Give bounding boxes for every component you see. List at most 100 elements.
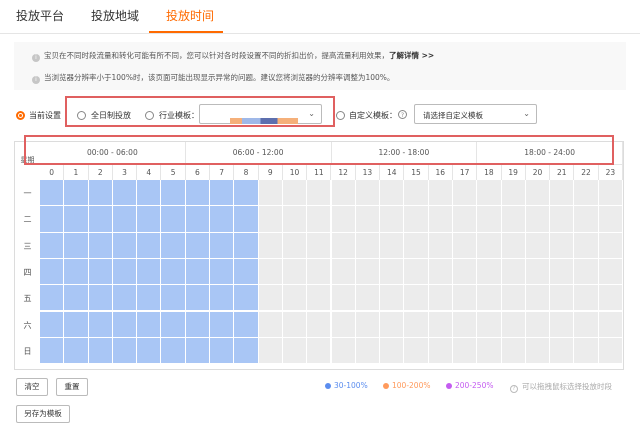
learn-more-link[interactable]: 了解详情 >> (389, 51, 434, 60)
time-slot-active[interactable] (137, 258, 162, 286)
time-slot-active[interactable] (88, 180, 113, 207)
time-slot-inactive[interactable] (550, 232, 575, 259)
time-slot-inactive[interactable] (404, 311, 429, 338)
time-slot-inactive[interactable] (525, 232, 551, 259)
time-slot-active[interactable] (112, 285, 138, 312)
custom-template-select[interactable]: 请选择自定义模板 ⌄ (414, 104, 537, 124)
time-slot-inactive[interactable] (501, 285, 526, 312)
time-slot-inactive[interactable] (258, 337, 283, 365)
time-slot-active[interactable] (161, 258, 186, 286)
time-slot-active[interactable] (234, 180, 259, 207)
time-slot-inactive[interactable] (307, 337, 332, 365)
time-slot-active[interactable] (210, 311, 235, 338)
time-slot-inactive[interactable] (404, 337, 429, 365)
time-slot-active[interactable] (161, 180, 186, 207)
time-slot-inactive[interactable] (501, 206, 526, 233)
time-slot-inactive[interactable] (428, 232, 453, 259)
time-slot-inactive[interactable] (428, 337, 453, 365)
time-slot-active[interactable] (112, 180, 138, 207)
time-slot-inactive[interactable] (307, 311, 332, 338)
time-slot-active[interactable] (185, 311, 211, 338)
time-slot-inactive[interactable] (598, 258, 623, 286)
time-slot-active[interactable] (137, 285, 162, 312)
time-slot-active[interactable] (112, 232, 138, 259)
time-slot-active[interactable] (185, 180, 211, 207)
time-slot-inactive[interactable] (380, 285, 405, 312)
time-slot-inactive[interactable] (331, 206, 356, 233)
time-slot-inactive[interactable] (574, 180, 599, 207)
time-slot-inactive[interactable] (452, 311, 478, 338)
time-slot-inactive[interactable] (404, 285, 429, 312)
time-slot-inactive[interactable] (331, 180, 356, 207)
time-slot-inactive[interactable] (258, 258, 283, 286)
time-slot-inactive[interactable] (525, 311, 551, 338)
time-slot-active[interactable] (88, 285, 113, 312)
time-slot-inactive[interactable] (428, 311, 453, 338)
schedule-grid[interactable]: 星期 00:00 - 06:00 06:00 - 12:00 12:00 - 18:… (14, 141, 624, 370)
time-slot-inactive[interactable] (331, 258, 356, 286)
time-slot-inactive[interactable] (428, 285, 453, 312)
time-slot-active[interactable] (64, 258, 89, 286)
time-slot-inactive[interactable] (452, 232, 478, 259)
time-slot-inactive[interactable] (550, 285, 575, 312)
time-slot-active[interactable] (210, 337, 235, 365)
time-slot-inactive[interactable] (501, 258, 526, 286)
time-slot-inactive[interactable] (380, 311, 405, 338)
time-slot-active[interactable] (112, 206, 138, 233)
time-slot-active[interactable] (88, 232, 113, 259)
time-slot-inactive[interactable] (380, 180, 405, 207)
time-slot-active[interactable] (112, 337, 138, 365)
time-slot-active[interactable] (137, 206, 162, 233)
time-slot-inactive[interactable] (477, 285, 502, 312)
time-slot-active[interactable] (161, 311, 186, 338)
time-slot-inactive[interactable] (598, 180, 623, 207)
time-slot-inactive[interactable] (550, 311, 575, 338)
time-slot-active[interactable] (185, 232, 211, 259)
time-slot-active[interactable] (64, 285, 89, 312)
time-slot-active[interactable] (88, 258, 113, 286)
time-slot-inactive[interactable] (282, 232, 308, 259)
time-slot-active[interactable] (185, 258, 211, 286)
time-slot-inactive[interactable] (355, 232, 381, 259)
time-slot-inactive[interactable] (380, 232, 405, 259)
time-slot-inactive[interactable] (282, 258, 308, 286)
time-slot-active[interactable] (40, 311, 65, 338)
reset-button[interactable]: 重置 (56, 378, 88, 396)
time-slot-inactive[interactable] (428, 180, 453, 207)
time-slot-active[interactable] (137, 180, 162, 207)
time-slot-inactive[interactable] (307, 180, 332, 207)
time-slot-inactive[interactable] (525, 206, 551, 233)
time-slot-active[interactable] (161, 337, 186, 365)
time-slot-inactive[interactable] (258, 180, 283, 207)
time-slot-inactive[interactable] (355, 258, 381, 286)
time-slot-inactive[interactable] (598, 206, 623, 233)
time-slot-inactive[interactable] (282, 311, 308, 338)
time-slot-active[interactable] (40, 232, 65, 259)
time-slot-active[interactable] (234, 311, 259, 338)
time-slot-inactive[interactable] (331, 337, 356, 365)
time-slot-inactive[interactable] (355, 180, 381, 207)
time-slot-active[interactable] (161, 232, 186, 259)
time-slot-active[interactable] (88, 311, 113, 338)
time-slot-inactive[interactable] (307, 285, 332, 312)
time-slot-inactive[interactable] (574, 285, 599, 312)
time-slot-inactive[interactable] (598, 285, 623, 312)
time-slot-active[interactable] (137, 311, 162, 338)
time-slot-inactive[interactable] (550, 180, 575, 207)
time-slot-active[interactable] (40, 180, 65, 207)
time-slot-inactive[interactable] (501, 311, 526, 338)
time-slot-inactive[interactable] (282, 285, 308, 312)
time-slot-inactive[interactable] (258, 232, 283, 259)
tab-time[interactable]: 投放时间 (166, 7, 214, 24)
time-slot-inactive[interactable] (477, 206, 502, 233)
time-slot-inactive[interactable] (525, 285, 551, 312)
time-slot-inactive[interactable] (452, 206, 478, 233)
time-slot-active[interactable] (40, 258, 65, 286)
time-slot-active[interactable] (234, 232, 259, 259)
current-setting-radio[interactable] (16, 111, 25, 120)
time-slot-inactive[interactable] (477, 258, 502, 286)
time-slot-active[interactable] (40, 206, 65, 233)
time-slot-inactive[interactable] (501, 337, 526, 365)
time-slot-active[interactable] (234, 285, 259, 312)
time-slot-active[interactable] (210, 232, 235, 259)
